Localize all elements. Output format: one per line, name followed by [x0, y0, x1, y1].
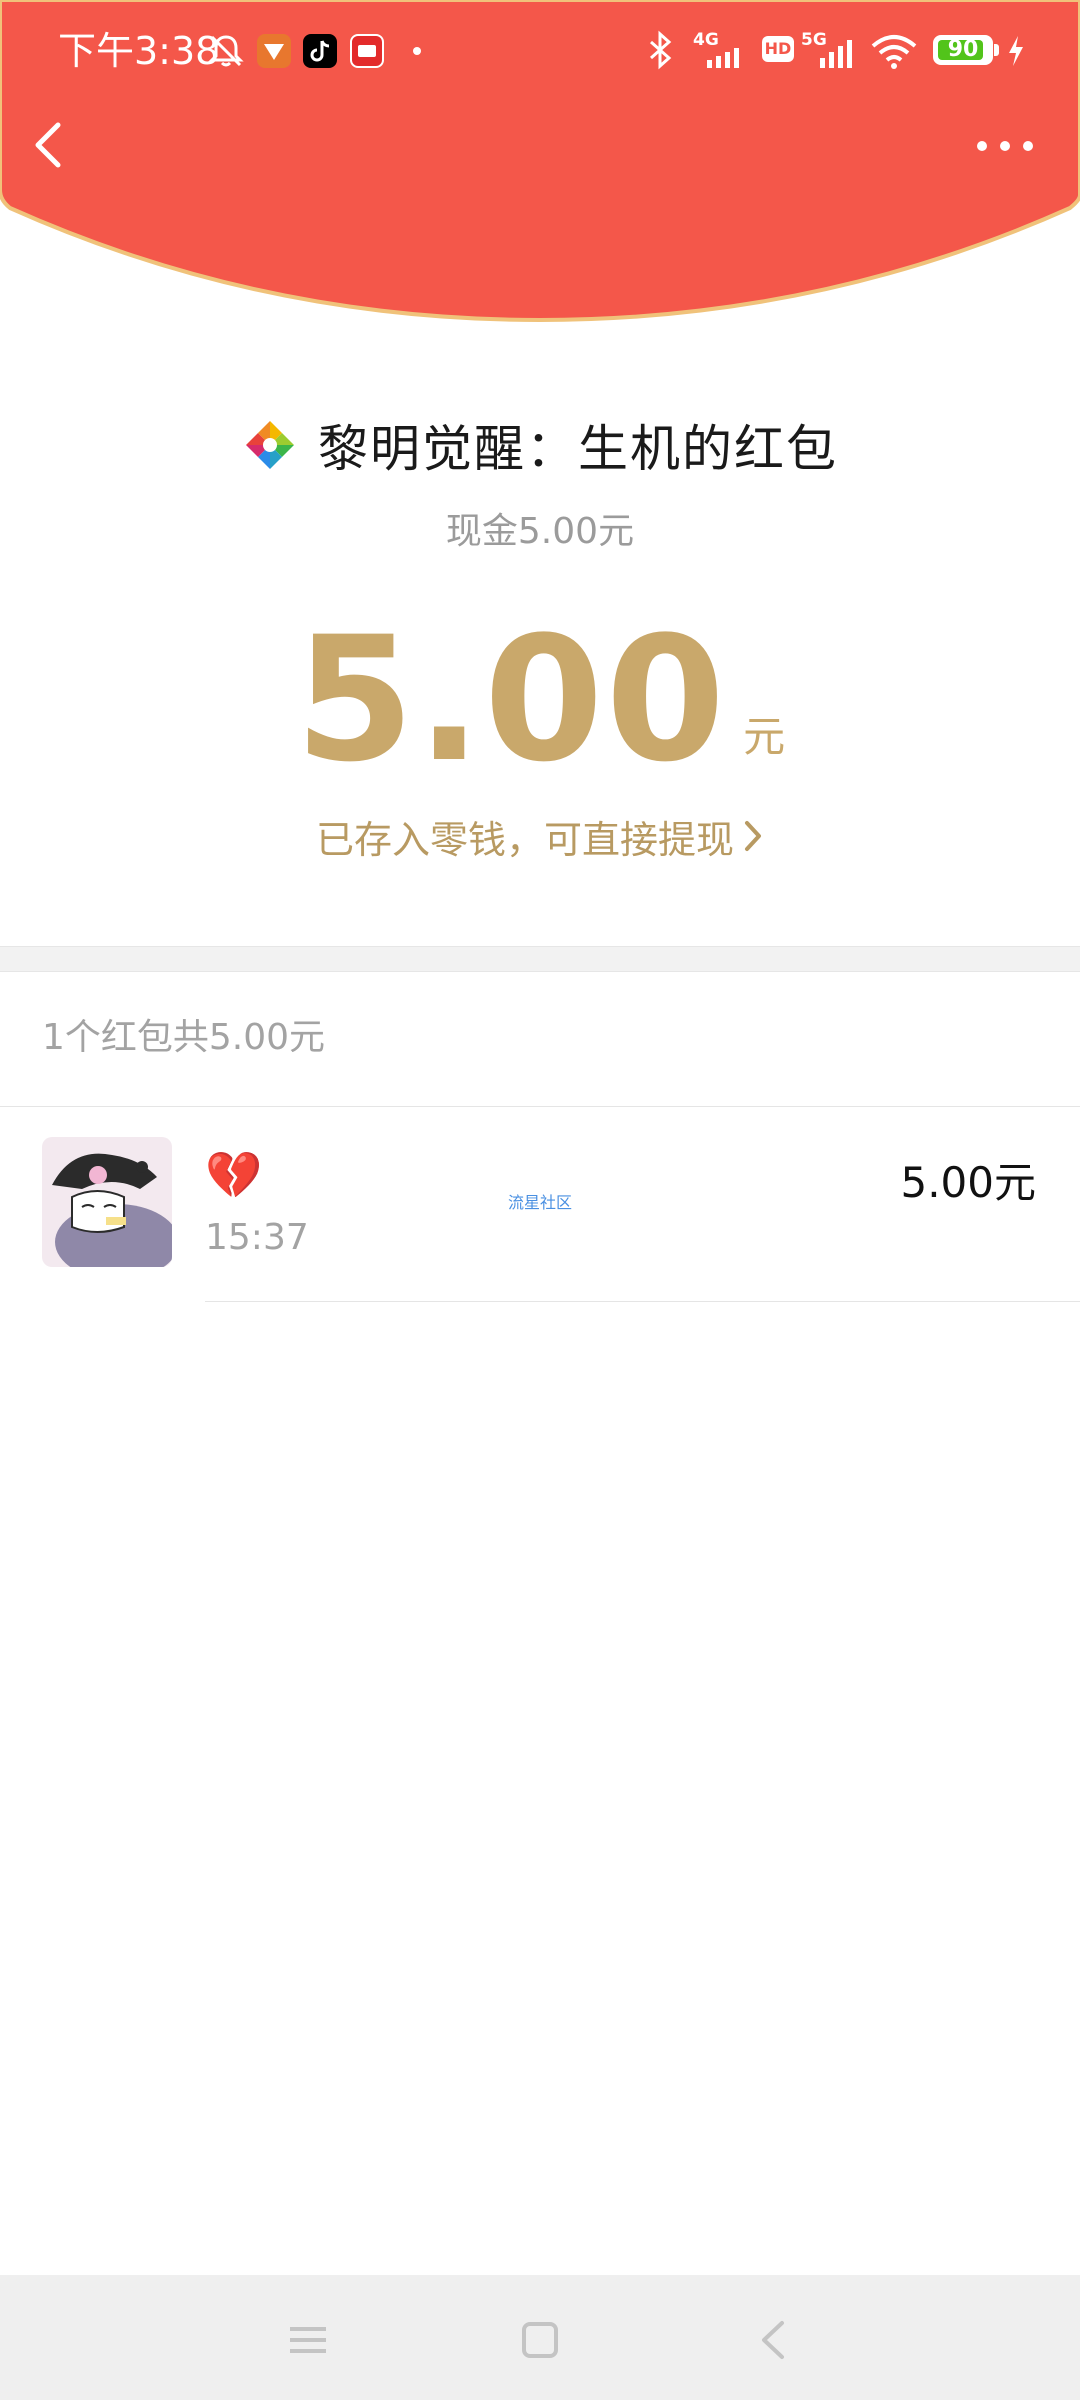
- amount-value: 5.00: [294, 599, 728, 800]
- recent-apps-button[interactable]: [278, 2315, 338, 2365]
- wifi-icon: [871, 35, 917, 69]
- watermark-text: 流星社区: [508, 1193, 573, 1212]
- packet-title-row: 黎明觉醒：生机的红包: [0, 405, 1080, 485]
- amount-unit: 元: [743, 712, 786, 761]
- back-chevron-icon: [35, 122, 61, 168]
- chevron-right-icon: [745, 821, 761, 851]
- network-4g-label: 4G: [693, 30, 719, 50]
- back-triangle-icon: [762, 2321, 784, 2359]
- deposit-link[interactable]: 已存入零钱，可直接提现: [0, 808, 1080, 864]
- battery-indicator: 90: [933, 35, 993, 65]
- record-time: 15:37: [205, 1217, 309, 1258]
- game-logo-icon: [246, 421, 294, 469]
- bluetooth-icon: [650, 30, 672, 70]
- hd-badge: HD: [762, 36, 794, 62]
- avatar[interactable]: [42, 1137, 172, 1267]
- packet-title: 黎明觉醒：生机的红包: [318, 420, 838, 478]
- divider-line: [205, 1301, 1080, 1302]
- signal-icon-2: [820, 40, 852, 68]
- app-badge-1: [257, 34, 291, 68]
- record-amount: 5.00元: [900, 1158, 1036, 1207]
- tiktok-icon: [303, 34, 337, 68]
- broken-heart-icon: 💔: [205, 1148, 263, 1202]
- back-button[interactable]: [20, 110, 80, 180]
- amount-display: 5.00 元: [0, 610, 1080, 790]
- more-button[interactable]: [970, 120, 1040, 170]
- packet-subtitle: 现金5.00元: [445, 511, 635, 552]
- deposit-text: 已存入零钱，可直接提现: [315, 817, 734, 862]
- list-item[interactable]: 💔 15:37 流星社区 5.00元: [0, 1107, 1080, 1303]
- nav-back-button[interactable]: [742, 2315, 802, 2365]
- system-nav-bar: [0, 2275, 1080, 2400]
- menu-icon: [290, 2327, 326, 2353]
- status-bar: 下午3:38 4G HD 5G 90: [0, 0, 1080, 100]
- app-badge-3: [350, 34, 384, 68]
- packet-summary: 1个红包共5.00元: [42, 1017, 326, 1058]
- section-divider: [0, 946, 1080, 972]
- home-square-icon: [522, 2322, 558, 2358]
- more-dots-icon: [977, 141, 1033, 151]
- notification-dot: [413, 47, 421, 55]
- status-time: 下午3:38: [58, 29, 220, 73]
- battery-level: 90: [947, 37, 979, 62]
- battery-tip: [994, 44, 999, 56]
- home-button[interactable]: [510, 2315, 570, 2365]
- signal-icon: [707, 48, 739, 68]
- mute-bell-icon: [208, 35, 244, 67]
- charging-icon: [1009, 36, 1023, 66]
